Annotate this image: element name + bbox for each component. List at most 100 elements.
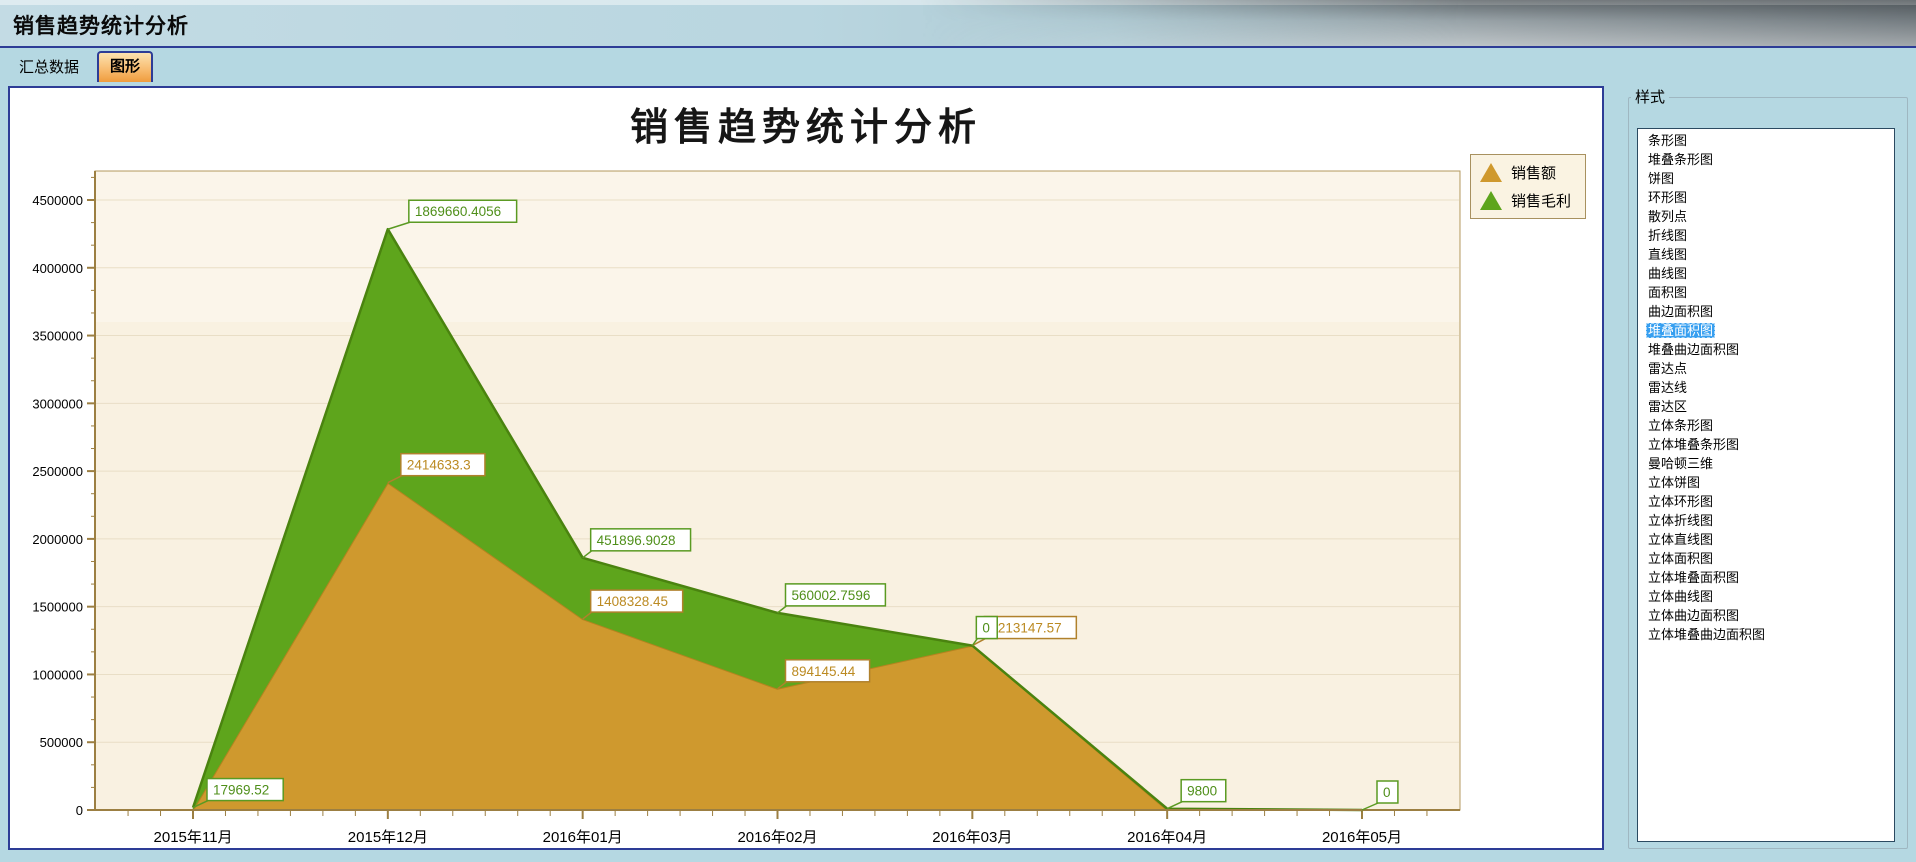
data-label: 9800 xyxy=(1187,784,1217,799)
style-option[interactable]: 曲线图 xyxy=(1638,264,1894,283)
legend-item-sales: 销售额 xyxy=(1480,162,1571,183)
sales-triangle-icon xyxy=(1480,163,1502,182)
style-option-label: 堆叠面积图 xyxy=(1646,323,1715,338)
y-axis-label: 3500000 xyxy=(32,329,83,344)
x-axis-label: 2016年01月 xyxy=(543,829,623,846)
y-axis-label: 0 xyxy=(76,803,83,818)
app-window: 销售趋势统计分析 汇总数据 图形 销售趋势统计分析 0 500000 1000000… xyxy=(0,0,1916,862)
y-axis-label: 1500000 xyxy=(32,600,83,615)
legend-label-sales: 销售额 xyxy=(1511,162,1556,183)
style-option[interactable]: 直线图 xyxy=(1638,245,1894,264)
style-listbox[interactable]: 条形图堆叠条形图饼图环形图散列点折线图直线图曲线图面积图曲边面积图堆叠面积图堆叠… xyxy=(1637,128,1895,842)
style-option-label: 曲边面积图 xyxy=(1646,304,1715,319)
data-label: 894145.44 xyxy=(792,664,856,679)
trend-chart: 0 500000 1000000 1500000 2000000 2500000 30000… xyxy=(10,88,1602,848)
y-axis-label: 1000000 xyxy=(32,667,83,682)
style-option[interactable]: 曼哈顿三维 xyxy=(1638,454,1894,473)
style-option-label: 立体堆叠曲边面积图 xyxy=(1646,627,1767,642)
style-option[interactable]: 面积图 xyxy=(1638,283,1894,302)
style-option[interactable]: 环形图 xyxy=(1638,188,1894,207)
style-panel: 样式 条形图堆叠条形图饼图环形图散列点折线图直线图曲线图面积图曲边面积图堆叠面积… xyxy=(1628,88,1908,850)
style-option-label: 面积图 xyxy=(1646,285,1689,300)
style-option-label: 立体环形图 xyxy=(1646,494,1715,509)
style-option[interactable]: 饼图 xyxy=(1638,169,1894,188)
style-option-label: 立体堆叠面积图 xyxy=(1646,570,1741,585)
data-label: 1869660.4056 xyxy=(415,204,501,219)
style-option[interactable]: 曲边面积图 xyxy=(1638,302,1894,321)
style-option-label: 堆叠曲边面积图 xyxy=(1646,342,1741,357)
window-title-bar: 销售趋势统计分析 xyxy=(0,0,1916,46)
style-option[interactable]: 立体堆叠面积图 xyxy=(1638,568,1894,587)
data-label: 560002.7596 xyxy=(792,588,871,603)
style-option-label: 立体条形图 xyxy=(1646,418,1715,433)
y-axis-label: 4000000 xyxy=(32,261,83,276)
style-option-label: 立体面积图 xyxy=(1646,551,1715,566)
style-option[interactable]: 堆叠曲边面积图 xyxy=(1638,340,1894,359)
style-option-label: 立体折线图 xyxy=(1646,513,1715,528)
style-option[interactable]: 折线图 xyxy=(1638,226,1894,245)
y-axis-label: 500000 xyxy=(40,735,83,750)
data-label: 0 xyxy=(982,621,990,636)
legend-item-profit: 销售毛利 xyxy=(1480,190,1571,211)
x-axis-label: 2016年04月 xyxy=(1127,829,1207,846)
style-option[interactable]: 散列点 xyxy=(1638,207,1894,226)
style-option-selected[interactable]: 堆叠面积图 xyxy=(1638,321,1894,340)
style-option-label: 堆叠条形图 xyxy=(1646,152,1715,167)
style-option[interactable]: 立体饼图 xyxy=(1638,473,1894,492)
style-option[interactable]: 立体曲边面积图 xyxy=(1638,606,1894,625)
data-label: 1408328.45 xyxy=(597,594,668,609)
style-option[interactable]: 立体面积图 xyxy=(1638,549,1894,568)
style-option-label: 立体曲边面积图 xyxy=(1646,608,1741,623)
tab-summary-data[interactable]: 汇总数据 xyxy=(8,53,90,82)
style-option-label: 环形图 xyxy=(1646,190,1689,205)
style-option[interactable]: 立体堆叠曲边面积图 xyxy=(1638,625,1894,644)
chart-legend: 销售额 销售毛利 xyxy=(1470,154,1586,219)
style-option[interactable]: 雷达线 xyxy=(1638,378,1894,397)
style-option[interactable]: 立体条形图 xyxy=(1638,416,1894,435)
style-option-label: 雷达点 xyxy=(1646,361,1689,376)
style-option[interactable]: 立体堆叠条形图 xyxy=(1638,435,1894,454)
style-option-label: 雷达线 xyxy=(1646,380,1689,395)
style-option[interactable]: 雷达点 xyxy=(1638,359,1894,378)
x-axis-label: 2015年11月 xyxy=(154,829,233,846)
style-option-label: 曼哈顿三维 xyxy=(1646,456,1715,471)
style-option-label: 立体直线图 xyxy=(1646,532,1715,547)
x-axis-label: 2016年02月 xyxy=(737,829,817,846)
data-label: 0 xyxy=(1383,785,1391,800)
style-option[interactable]: 立体曲线图 xyxy=(1638,587,1894,606)
x-axis-label: 2016年05月 xyxy=(1322,829,1402,846)
chart-panel: 销售趋势统计分析 0 500000 1000000 1500000 2000000 250… xyxy=(8,86,1604,850)
style-option[interactable]: 立体直线图 xyxy=(1638,530,1894,549)
style-option[interactable]: 条形图 xyxy=(1638,131,1894,150)
style-option[interactable]: 雷达区 xyxy=(1638,397,1894,416)
style-option-label: 立体堆叠条形图 xyxy=(1646,437,1741,452)
style-option-label: 立体曲线图 xyxy=(1646,589,1715,604)
style-option-label: 散列点 xyxy=(1646,209,1689,224)
chart-title: 销售趋势统计分析 xyxy=(10,96,1602,151)
profit-triangle-icon xyxy=(1480,191,1502,210)
data-label: 451896.9028 xyxy=(597,533,676,548)
style-option[interactable]: 堆叠条形图 xyxy=(1638,150,1894,169)
window-title: 销售趋势统计分析 xyxy=(13,10,189,40)
style-option-label: 曲线图 xyxy=(1646,266,1689,281)
tab-strip: 汇总数据 图形 xyxy=(0,46,1916,82)
y-axis-label: 4500000 xyxy=(32,193,83,208)
style-option-label: 饼图 xyxy=(1646,171,1676,186)
style-option-label: 雷达区 xyxy=(1646,399,1689,414)
style-option-label: 直线图 xyxy=(1646,247,1689,262)
data-label: 2414633.3 xyxy=(407,458,471,473)
style-option-label: 立体饼图 xyxy=(1646,475,1702,490)
y-axis-label: 2500000 xyxy=(32,464,83,479)
data-label: 17969.52 xyxy=(213,783,269,798)
x-axis-label: 2016年03月 xyxy=(932,829,1012,846)
plot-area-sheen xyxy=(96,172,1459,322)
style-option-label: 折线图 xyxy=(1646,228,1689,243)
style-option[interactable]: 立体环形图 xyxy=(1638,492,1894,511)
style-panel-title: 样式 xyxy=(1631,86,1669,107)
tab-graph[interactable]: 图形 xyxy=(97,51,153,82)
x-axis-label: 2015年12月 xyxy=(348,829,428,846)
style-option[interactable]: 立体折线图 xyxy=(1638,511,1894,530)
legend-label-profit: 销售毛利 xyxy=(1511,190,1571,211)
y-axis-label: 2000000 xyxy=(32,532,83,547)
y-axis-label: 3000000 xyxy=(32,396,83,411)
